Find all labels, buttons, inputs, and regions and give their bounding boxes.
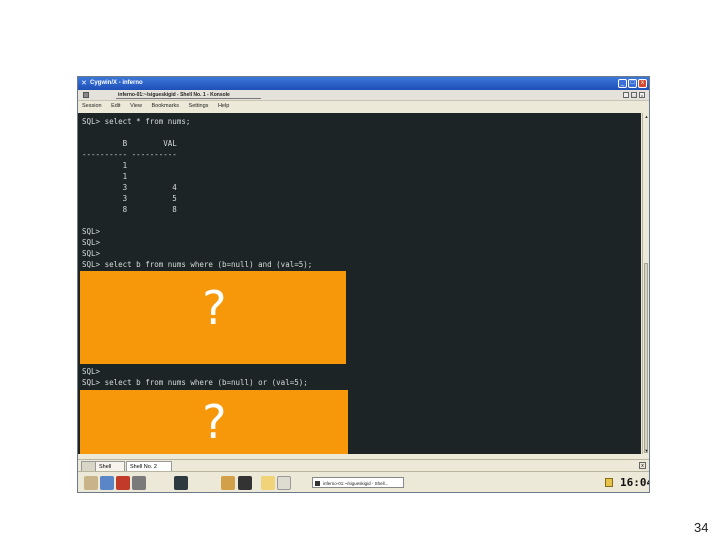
console-line: 1: [82, 161, 128, 170]
console-line: SQL>: [82, 238, 101, 247]
outer-window-title: Cygwin/X - inferno: [90, 80, 143, 86]
scroll-thumb[interactable]: [644, 263, 648, 453]
page-number: 34: [694, 520, 709, 535]
screenshot-window: ✕ Cygwin/X - inferno _ □ x inferno-01:~/…: [77, 76, 650, 493]
x-logo-icon: ✕: [81, 80, 87, 87]
close-tab-icon[interactable]: x: [639, 462, 646, 469]
console-line: SQL>: [82, 367, 101, 376]
minimize-button[interactable]: _: [618, 79, 627, 88]
question-mark: ?: [200, 395, 228, 449]
terminal-console[interactable]: SQL> select * from nums; B VAL ---------…: [78, 113, 641, 454]
clipboard-icon[interactable]: [605, 478, 613, 487]
task-terminal-icon: [315, 481, 320, 486]
menu-edit[interactable]: Edit: [111, 103, 120, 109]
workspace-1-icon[interactable]: [261, 476, 275, 490]
kde-menu-icon[interactable]: [84, 476, 98, 490]
title-underline: [116, 98, 261, 99]
workspace-2-icon[interactable]: [277, 476, 291, 490]
menu-session[interactable]: Session: [82, 103, 102, 109]
tab-shell-no-2-label: Shell No. 2: [130, 464, 157, 470]
close-button[interactable]: x: [638, 79, 647, 88]
menu-settings[interactable]: Settings: [189, 103, 209, 109]
console-line: ---------- ----------: [82, 150, 177, 159]
konsole-close-button[interactable]: x: [639, 92, 645, 98]
console-line: 8 8: [82, 205, 177, 214]
pager-icon[interactable]: [238, 476, 252, 490]
console-line: SQL> select b from nums where (b=null) a…: [82, 260, 313, 269]
console-line: 3 5: [82, 194, 177, 203]
konsole-title-bar: inferno-01:~/sigueskigid - Shell No. 1 -…: [78, 90, 649, 101]
scroll-down-icon[interactable]: ▼: [644, 448, 649, 453]
outer-title-bar: ✕ Cygwin/X - inferno _ □ x: [78, 77, 649, 90]
menu-view[interactable]: View: [130, 103, 142, 109]
scroll-up-icon[interactable]: ▲: [644, 114, 649, 119]
menu-help[interactable]: Help: [218, 103, 229, 109]
menu-bar: Session Edit View Bookmarks Settings Hel…: [78, 101, 649, 111]
console-line: SQL>: [82, 249, 101, 258]
file-manager-icon[interactable]: [100, 476, 114, 490]
help-icon[interactable]: [116, 476, 130, 490]
konsole-menu-icon[interactable]: [83, 92, 89, 98]
answer-mask-1: ?: [80, 271, 346, 364]
taskbar: inferno-01:~/sigueskigid - Shell... 16:0…: [78, 471, 650, 492]
taskbar-task-label: inferno-01:~/sigueskigid - Shell...: [323, 481, 389, 486]
console-line: B VAL: [82, 139, 177, 148]
vertical-scrollbar[interactable]: ▲ ▼: [642, 113, 649, 454]
answer-mask-2: ?: [80, 390, 348, 454]
console-line: 1: [82, 172, 128, 181]
konsole-minimize-button[interactable]: _: [623, 92, 629, 98]
console-line: SQL>: [82, 227, 101, 236]
console-line: SQL> select b from nums where (b=null) o…: [82, 378, 308, 387]
maximize-button[interactable]: □: [628, 79, 637, 88]
tab-shell-label: Shell: [99, 464, 112, 470]
clock: 16:04: [620, 476, 650, 489]
question-mark: ?: [200, 281, 228, 335]
taskbar-task-button[interactable]: inferno-01:~/sigueskigid - Shell...: [312, 477, 404, 488]
tools-icon[interactable]: [132, 476, 146, 490]
konsole-maximize-button[interactable]: □: [631, 92, 637, 98]
menu-bookmarks[interactable]: Bookmarks: [151, 103, 179, 109]
terminal-icon[interactable]: [174, 476, 188, 490]
console-line: 3 4: [82, 183, 177, 192]
app-launcher-icon[interactable]: [221, 476, 235, 490]
console-line: SQL> select * from nums;: [82, 117, 191, 126]
